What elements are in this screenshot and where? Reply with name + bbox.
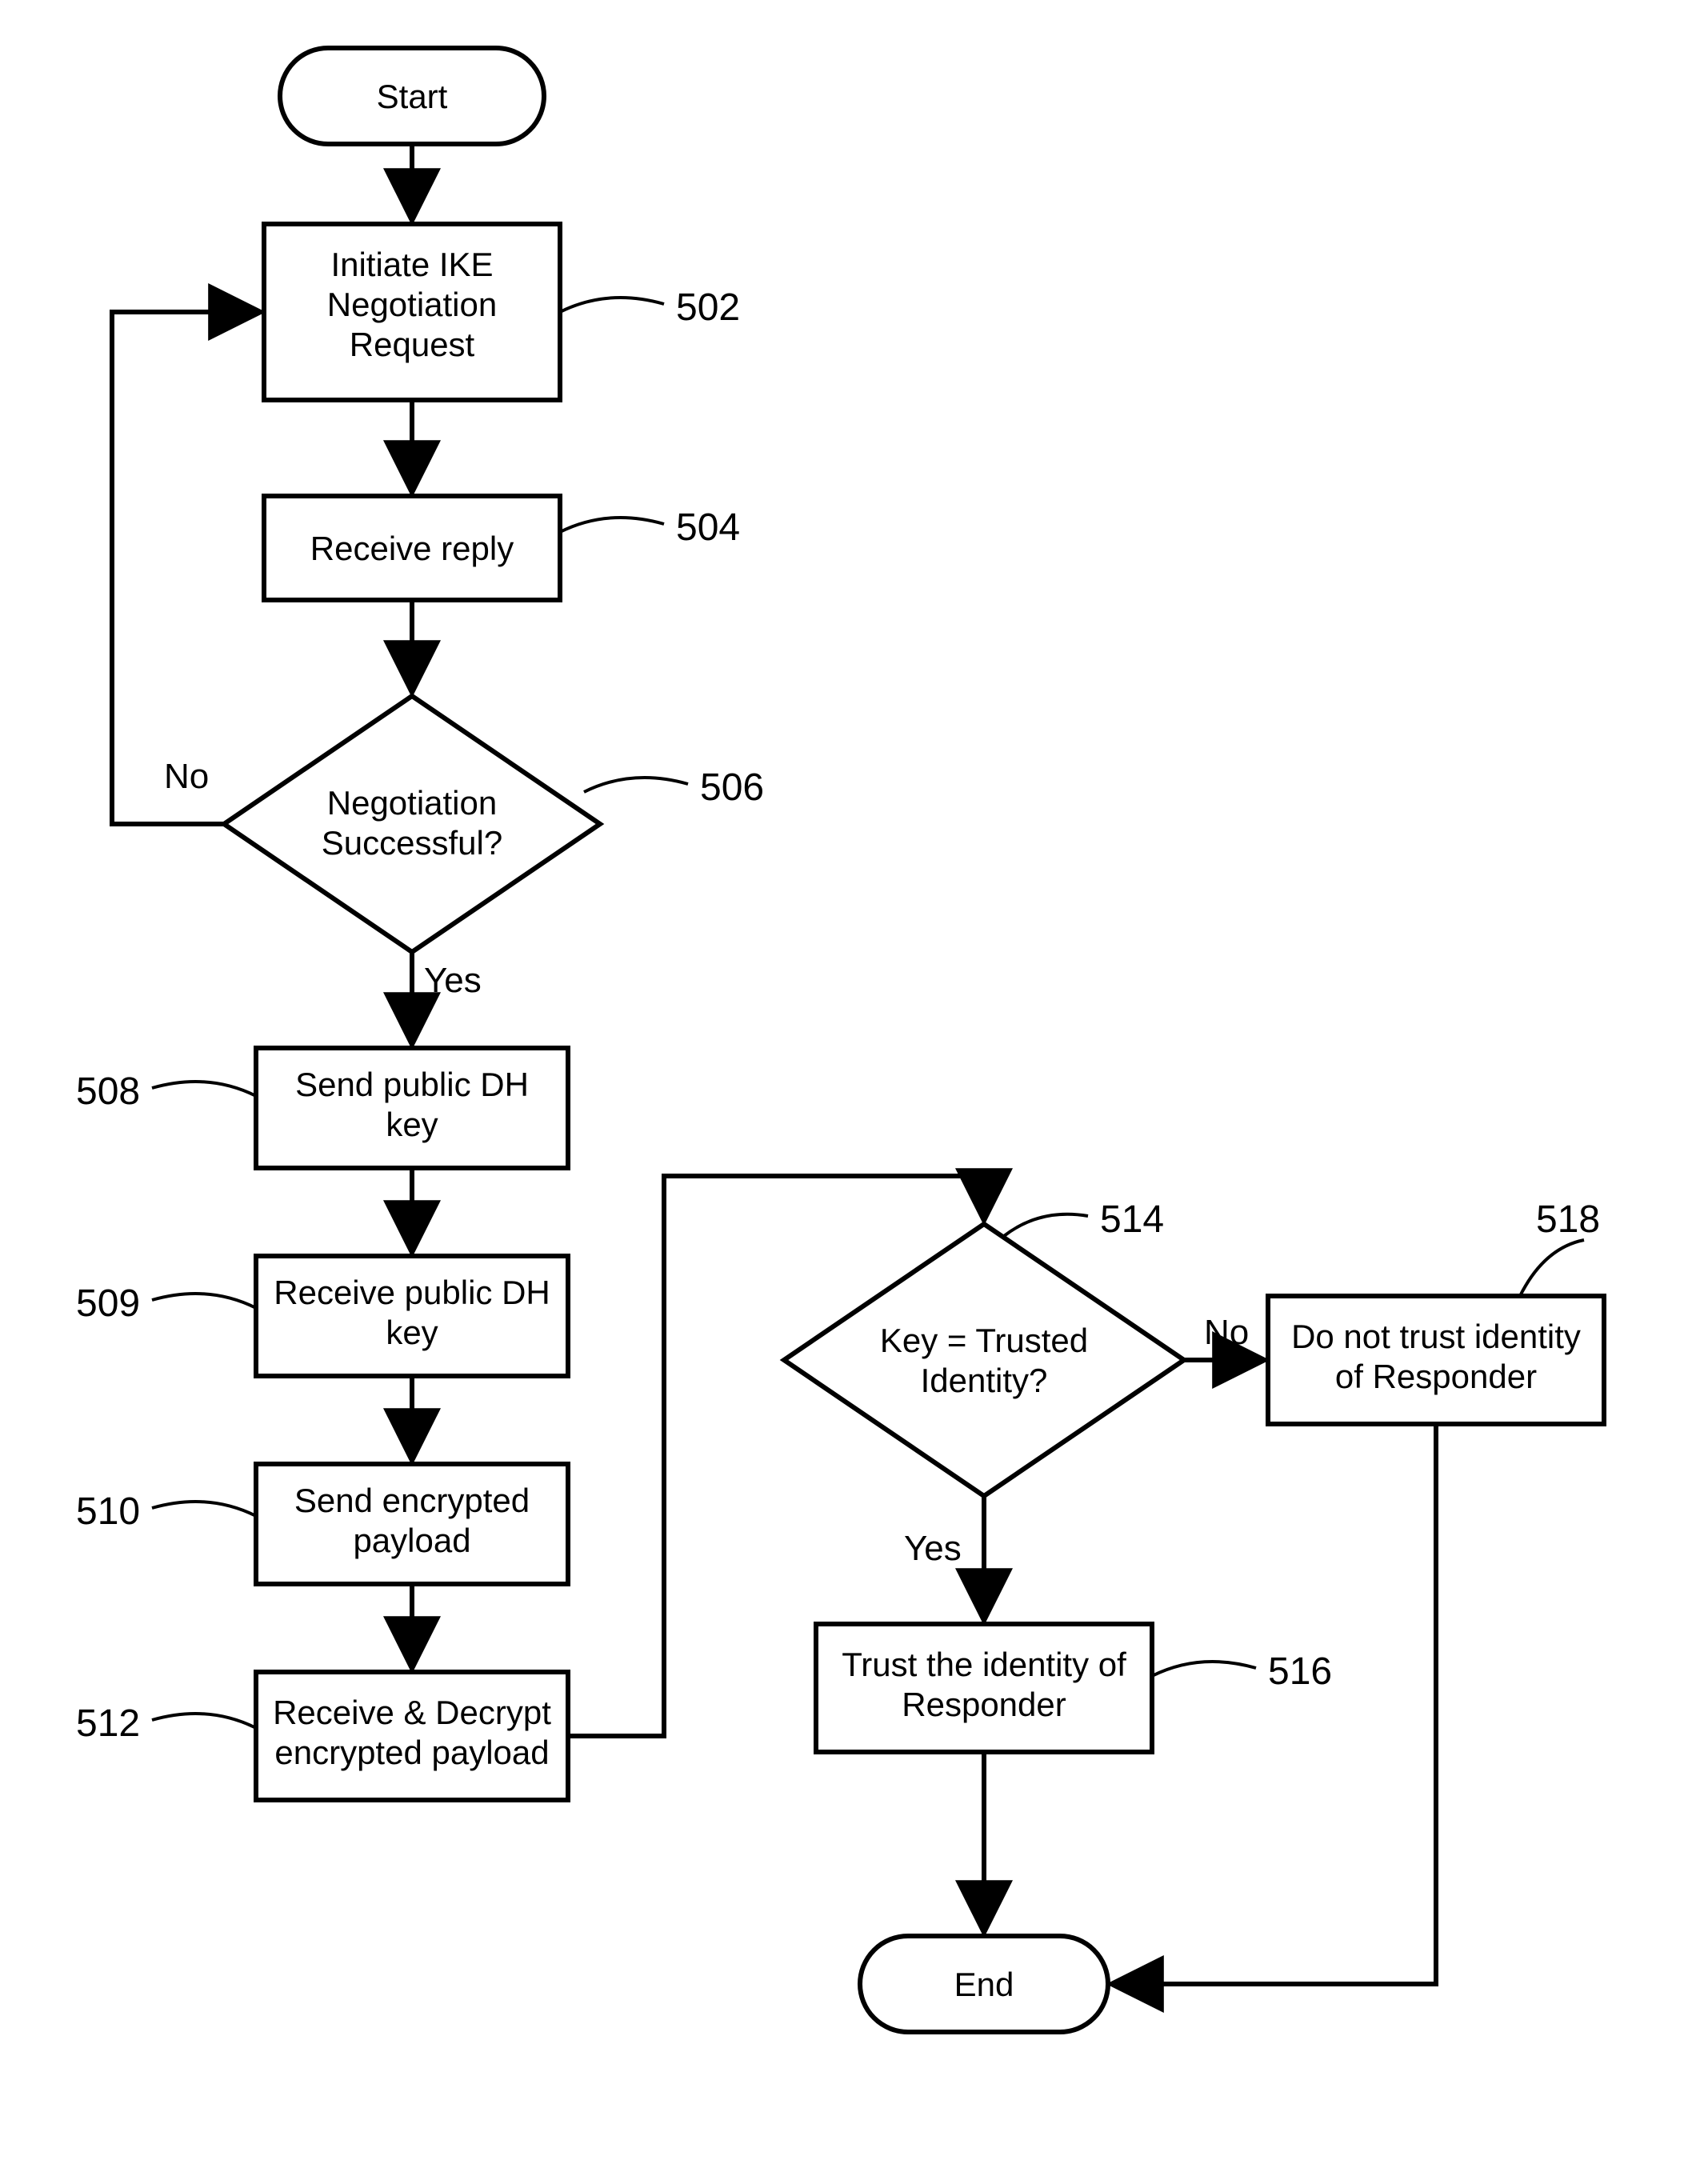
n514-line2: Identity? [921,1362,1048,1399]
node-518: Do not trust identity of Responder [1268,1296,1604,1424]
ref-502: 502 [676,286,740,329]
n506-line1: Negotiation [327,784,497,822]
ref-508: 508 [76,1070,140,1113]
n510-line1: Send encrypted [294,1482,530,1519]
node-508: Send public DH key [256,1048,568,1168]
n512-line1: Receive & Decrypt [273,1694,551,1731]
n508-line2: key [386,1106,438,1143]
ref-509: 509 [76,1282,140,1325]
ref-504: 504 [676,506,740,549]
node-516: Trust the identity of Responder [816,1624,1152,1752]
node-504: Receive reply [264,496,560,600]
ref-512: 512 [76,1702,140,1745]
edge-506-no-502 [112,312,260,824]
n514-line1: Key = Trusted [880,1322,1088,1359]
n510-line2: payload [353,1522,470,1559]
node-end: End [860,1936,1108,2032]
n518-line2: of Responder [1335,1358,1537,1395]
ref-510: 510 [76,1490,140,1533]
start-label: Start [377,78,448,115]
node-506: Negotiation Successful? [224,696,600,952]
n502-line1: Initiate IKE [330,246,493,283]
edge-506-no-label: No [164,757,209,796]
n516-line2: Responder [902,1686,1066,1723]
n506-line2: Successful? [322,824,502,862]
end-label: End [954,1966,1014,2003]
edge-514-yes-label: Yes [904,1529,962,1568]
node-509: Receive public DH key [256,1256,568,1376]
node-510: Send encrypted payload [256,1464,568,1584]
edge-506-yes-label: Yes [424,961,482,1000]
edge-514-no-label: No [1204,1313,1249,1352]
node-502: Initiate IKE Negotiation Request [264,224,560,400]
flowchart: Start Initiate IKE Negotiation Request 5… [0,0,1684,2184]
node-512: Receive & Decrypt encrypted payload [256,1672,568,1800]
n508-line1: Send public DH [295,1066,529,1103]
n509-line1: Receive public DH [274,1274,550,1311]
n516-line1: Trust the identity of [842,1646,1126,1683]
n502-line3: Request [350,326,475,363]
ref-516: 516 [1268,1650,1332,1693]
n504-label: Receive reply [310,530,514,567]
n518-line1: Do not trust identity [1291,1318,1581,1355]
ref-518: 518 [1536,1198,1600,1241]
n502-line2: Negotiation [327,286,497,323]
ref-506: 506 [700,766,764,809]
node-start: Start [280,48,544,144]
node-514: Key = Trusted Identity? [784,1224,1184,1496]
n509-line2: key [386,1314,438,1351]
edge-518-end [1112,1424,1436,1984]
ref-514: 514 [1100,1198,1164,1241]
n512-line2: encrypted payload [274,1734,549,1771]
